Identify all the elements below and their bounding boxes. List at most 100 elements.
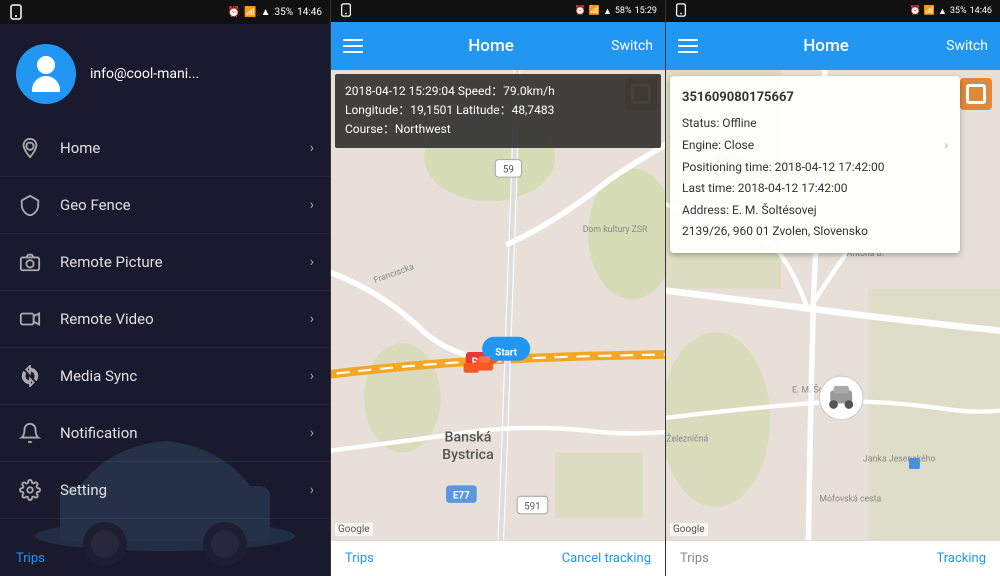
svg-text:Železničná: Železničná — [666, 433, 708, 445]
chevron-right-icon: › — [310, 368, 314, 384]
google-watermark-2: Google — [335, 523, 373, 536]
nav-item-home[interactable]: Home › — [0, 120, 330, 177]
nav-label-geo-fence: Geo Fence — [60, 196, 310, 214]
signal-icon-3: ▲ — [938, 6, 947, 17]
svg-text:Mófovská cesta: Mófovská cesta — [819, 495, 881, 505]
alarm-icon-2: ⏰ — [575, 6, 586, 16]
nav-label-remote-picture: Remote Picture — [60, 253, 310, 271]
bell-icon — [16, 419, 44, 447]
shield-icon — [16, 191, 44, 219]
alarm-icon: ⏰ — [228, 7, 240, 18]
chevron-right-icon: › — [310, 311, 314, 327]
chevron-right-icon: › — [310, 425, 314, 441]
trips-link-2[interactable]: Trips — [345, 551, 374, 566]
battery-pct-2: 58% — [615, 6, 632, 16]
nav-label-setting: Setting — [60, 481, 310, 499]
alarm-icon-3: ⏰ — [910, 6, 921, 16]
nav-label-media-sync: Media Sync — [60, 367, 310, 385]
phone-icon — [8, 4, 24, 20]
address-row: Address: E. M. Šoltésovej 2139/26, 960 0… — [682, 200, 948, 243]
svg-text:Janka Jesenského: Janka Jesenského — [863, 454, 935, 464]
switch-button-3[interactable]: Switch — [946, 38, 988, 54]
hamburger-menu-3[interactable] — [678, 39, 698, 53]
sync-icon — [16, 362, 44, 390]
map-container-3: Antona B. 5 maja E. M. Šolt. Železničná … — [666, 70, 1000, 540]
nav-menu: Home › Geo Fence › Remote Picture — [0, 120, 330, 576]
chevron-right-icon: › — [310, 140, 314, 156]
info-line3: Course：Northwest — [345, 120, 651, 139]
lasttime-row: Last time: 2018-04-12 17:42:00 — [682, 178, 948, 200]
map-bg-2: E77 591 59 R1 Banská Bystrica Franciscka… — [331, 70, 665, 540]
chevron-right-icon: › — [944, 135, 948, 157]
svg-text:59: 59 — [503, 165, 514, 176]
time-3: 14:46 — [970, 6, 992, 16]
chevron-right-icon: › — [310, 197, 314, 213]
trips-link-3[interactable]: Trips — [680, 551, 709, 566]
avatar — [16, 44, 76, 104]
layers-icon-3[interactable] — [960, 78, 992, 110]
map-bottom-bar-2: Trips Cancel tracking — [331, 540, 665, 576]
svg-text:Bystrica: Bystrica — [442, 447, 494, 463]
nav-label-home: Home — [60, 139, 310, 157]
status-time: 14:46 — [297, 7, 322, 18]
header-title-2: Home — [371, 36, 611, 56]
drawer-panel: ⏰ 📶 ▲ 35% 14:46 info@cool-mani... — [0, 0, 330, 576]
signal-icon-2: ▲ — [603, 6, 612, 17]
phone-icon-3 — [674, 2, 688, 21]
status-icons-left — [8, 4, 24, 20]
chevron-right-icon: › — [310, 482, 314, 498]
status-icons-mid: ⏰ 📶 ▲ 58% 15:29 — [575, 6, 658, 17]
map-bg-3: Antona B. 5 maja E. M. Šolt. Železničná … — [666, 70, 1000, 540]
status-text: Status: Offline — [682, 113, 757, 135]
signal-icon: ▲ — [261, 7, 271, 18]
battery-pct-3: 35% — [950, 6, 967, 16]
info-line2: Longitude：19,1501 Latitude：48,7483 — [345, 101, 651, 120]
device-info-card: 351609080175667 Status: Offline Engine: … — [670, 76, 960, 253]
battery-percent: 35% — [275, 7, 294, 18]
tracking-button[interactable]: Tracking — [936, 551, 986, 566]
nav-item-setting[interactable]: Setting › — [0, 462, 330, 519]
profile-area: info@cool-mani... — [0, 24, 330, 120]
panel-middle: ⏰ 📶 ▲ 58% 15:29 Home Switch — [330, 0, 665, 576]
cancel-tracking-button[interactable]: Cancel tracking — [562, 551, 651, 566]
info-popup-2: 2018-04-12 15:29:04 Speed：79.0km/h Longi… — [335, 74, 661, 148]
trips-link[interactable]: Trips — [16, 551, 45, 566]
header-title-3: Home — [706, 36, 946, 56]
nav-item-remote-video[interactable]: Remote Video › — [0, 291, 330, 348]
camera-icon — [16, 248, 44, 276]
panel-right: ⏰ 📶 ▲ 35% 14:46 Home Switch — [665, 0, 1000, 576]
nav-item-geo-fence[interactable]: Geo Fence › — [0, 177, 330, 234]
nav-item-notification[interactable]: Notification › — [0, 405, 330, 462]
engine-text: Engine: Close — [682, 135, 754, 157]
profile-email: info@cool-mani... — [90, 66, 199, 82]
wifi-icon-2: 📶 — [589, 6, 600, 16]
location-icon — [16, 134, 44, 162]
wifi-icon: 📶 — [244, 7, 256, 18]
nav-item-media-sync[interactable]: Media Sync › — [0, 348, 330, 405]
nav-label-notification: Notification — [60, 424, 310, 442]
chevron-right-icon: › — [310, 254, 314, 270]
map-container-2: E77 591 59 R1 Banská Bystrica Franciscka… — [331, 70, 665, 540]
positioning-row: Positioning time: 2018-04-12 17:42:00 — [682, 157, 948, 179]
nav-label-remote-video: Remote Video — [60, 310, 310, 328]
engine-row[interactable]: Engine: Close › — [682, 135, 948, 157]
hamburger-menu-2[interactable] — [343, 39, 363, 53]
status-bar-3: ⏰ 📶 ▲ 35% 14:46 — [666, 0, 1000, 22]
phone-icon-2 — [339, 2, 353, 21]
app-header-3: Home Switch — [666, 22, 1000, 70]
nav-item-remote-picture[interactable]: Remote Picture › — [0, 234, 330, 291]
svg-text:Dom kultury ZSR: Dom kultury ZSR — [583, 225, 648, 235]
status-icons-right: ⏰ 📶 ▲ 35% 14:46 — [228, 7, 322, 18]
svg-text:Start: Start — [495, 347, 517, 358]
google-watermark-3: Google — [670, 523, 708, 536]
time-2: 15:29 — [635, 6, 657, 16]
switch-button-2[interactable]: Switch — [611, 38, 653, 54]
svg-text:E77: E77 — [453, 490, 470, 501]
map-bottom-bar-3: Trips Tracking — [666, 540, 1000, 576]
positioning-text: Positioning time: 2018-04-12 17:42:00 — [682, 157, 884, 179]
video-icon — [16, 305, 44, 333]
device-id: 351609080175667 — [682, 86, 948, 109]
gear-icon — [16, 476, 44, 504]
info-line1: 2018-04-12 15:29:04 Speed：79.0km/h — [345, 82, 651, 101]
wifi-icon-3: 📶 — [924, 6, 935, 16]
